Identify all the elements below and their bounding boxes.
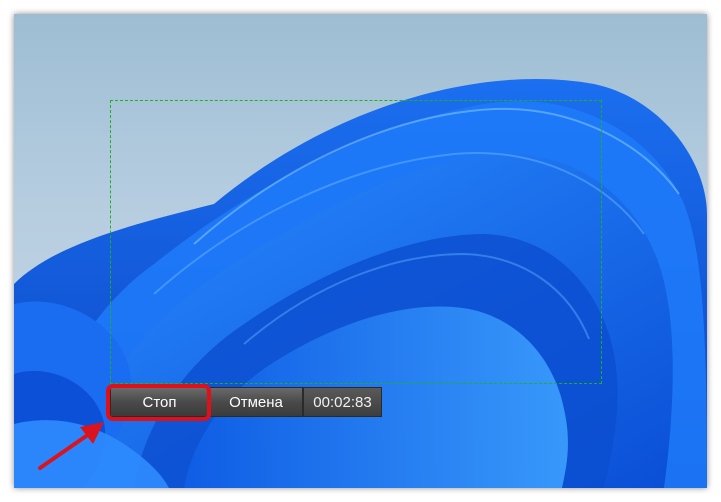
recording-toolbar: Стоп Отмена 00:02:83 — [110, 387, 382, 417]
capture-region-selection[interactable] — [110, 100, 602, 384]
cancel-button[interactable]: Отмена — [209, 387, 303, 417]
desktop-screenshot: Стоп Отмена 00:02:83 — [14, 14, 707, 488]
recording-timer: 00:02:83 — [303, 387, 382, 417]
stop-button[interactable]: Стоп — [110, 387, 209, 417]
